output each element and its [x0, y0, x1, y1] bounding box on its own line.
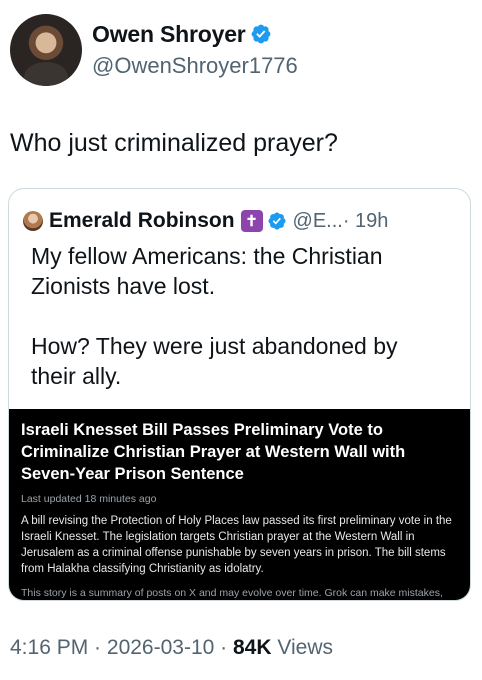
quoted-header: Emerald Robinson ✝ @E... · 19h — [23, 208, 388, 234]
quoted-text-line: My fellow Americans: the Christian — [31, 243, 383, 269]
quoted-text-line: their ally. — [31, 363, 122, 389]
views-count[interactable]: 84K — [233, 636, 272, 659]
author-handle[interactable]: @OwenShroyer1776 — [92, 53, 298, 79]
quoted-tweet-text: My fellow Americans: the Christian Zioni… — [31, 241, 398, 391]
quoted-tweet-card[interactable]: Emerald Robinson ✝ @E... · 19h My fellow… — [8, 188, 471, 601]
author-avatar[interactable] — [10, 14, 82, 86]
story-disclaimer: This story is a summary of posts on X an… — [21, 587, 443, 599]
quoted-timestamp[interactable]: · 19h — [343, 210, 389, 233]
tweet-text: Who just criminalized prayer? — [10, 129, 338, 157]
author-name[interactable]: Owen Shroyer — [92, 21, 246, 47]
quoted-text-line: Zionists have lost. — [31, 273, 216, 299]
story-headline[interactable]: Israeli Knesset Bill Passes Preliminary … — [21, 419, 458, 485]
verified-badge-icon — [267, 211, 287, 231]
author-name-row[interactable]: Owen Shroyer — [92, 21, 272, 51]
tweet-date[interactable]: 2026-03-10 — [107, 636, 214, 659]
quoted-author-name[interactable]: Emerald Robinson — [49, 209, 235, 233]
meta-separator: · — [88, 636, 107, 659]
verified-badge-icon — [250, 23, 272, 51]
cross-badge-icon: ✝ — [240, 210, 263, 232]
views-label[interactable]: Views — [272, 636, 333, 659]
quoted-author-handle[interactable]: @E... — [293, 210, 343, 233]
tweet-meta: 4:16 PM · 2026-03-10 · 84K Views — [10, 636, 333, 660]
quoted-author-avatar[interactable] — [23, 211, 43, 231]
story-updated-time: Last updated 18 minutes ago — [21, 493, 157, 505]
grok-story-card[interactable]: Israeli Knesset Bill Passes Preliminary … — [9, 409, 470, 600]
story-summary: A bill revising the Protection of Holy P… — [21, 515, 452, 575]
tweet-time[interactable]: 4:16 PM — [10, 636, 88, 659]
meta-separator: · — [214, 636, 233, 659]
quoted-text-line: How? They were just abandoned by — [31, 333, 398, 359]
